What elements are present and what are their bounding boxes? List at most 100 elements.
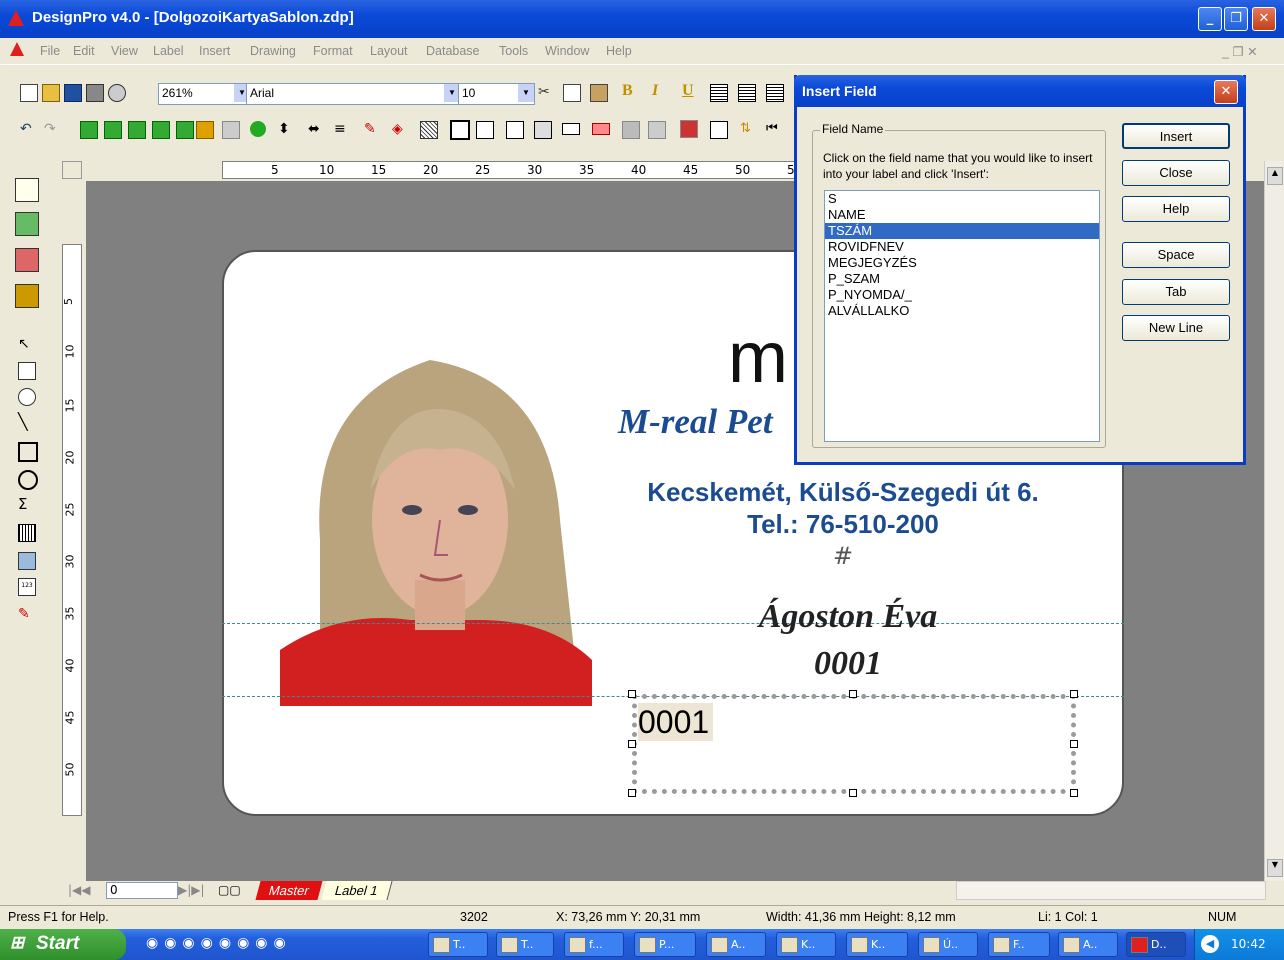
list-item-selected[interactable]: TSZÁM	[825, 223, 1099, 239]
lock-icon[interactable]	[196, 121, 214, 139]
vertical-scrollbar[interactable]: ▲ ▼	[1264, 161, 1284, 881]
first-record-icon[interactable]: ⏮	[766, 121, 782, 137]
underline-button[interactable]: U	[682, 82, 698, 99]
list-item[interactable]: S	[825, 191, 1099, 207]
menu-edit[interactable]: Edit	[73, 44, 95, 58]
menu-database[interactable]: Database	[426, 44, 480, 58]
field-value-text[interactable]: 0001	[638, 703, 714, 741]
page-number-input[interactable]: 0	[106, 882, 178, 899]
line-style-icon[interactable]: ≡	[334, 121, 350, 137]
undo-icon[interactable]: ↶	[20, 121, 36, 137]
layout-icon[interactable]	[15, 212, 39, 236]
forward-icon[interactable]	[128, 121, 146, 139]
menu-window[interactable]: Window	[545, 44, 589, 58]
home-icon[interactable]	[15, 178, 39, 202]
resize-handle[interactable]	[849, 789, 857, 797]
resize-handle[interactable]	[1070, 690, 1078, 698]
pen-color-icon[interactable]: ✎	[364, 121, 380, 137]
flip-horizontal-icon[interactable]: ⬌	[308, 121, 324, 137]
fill-color-icon[interactable]: ◈	[392, 121, 408, 137]
italic-button[interactable]: I	[652, 82, 668, 99]
resize-handle[interactable]	[628, 690, 636, 698]
taskbar-item[interactable]: K..	[846, 932, 908, 957]
arc-text-icon[interactable]	[18, 388, 36, 406]
font-size-select[interactable]: 10 ▼	[458, 83, 535, 105]
list-item[interactable]: ALVÁLLALKO	[825, 303, 1099, 319]
help-button[interactable]: Help	[1122, 196, 1230, 222]
tab-master[interactable]: Master	[255, 881, 323, 900]
print-preview-icon[interactable]	[108, 84, 126, 102]
rotate-icon[interactable]	[250, 121, 266, 137]
resize-handle[interactable]	[849, 690, 857, 698]
list-item[interactable]: P_SZAM	[825, 271, 1099, 287]
dialog-close-button[interactable]: ✕	[1214, 80, 1238, 104]
resize-handle[interactable]	[628, 740, 636, 748]
table-icon[interactable]	[710, 121, 728, 139]
first-page-icon[interactable]: |◀◀	[68, 883, 91, 897]
scroll-up-button[interactable]: ▲	[1267, 167, 1283, 185]
close-dialog-button[interactable]: Close	[1122, 160, 1230, 186]
tray-expand-icon[interactable]: ◀	[1201, 935, 1219, 953]
zoom-select[interactable]: 261% ▼	[158, 83, 251, 105]
pattern-icon[interactable]	[420, 121, 438, 139]
new-file-icon[interactable]	[20, 84, 38, 102]
print-icon[interactable]	[86, 84, 104, 102]
employee-number[interactable]: 0001	[618, 645, 1078, 683]
polygon-tool-icon[interactable]: Σ	[18, 496, 34, 512]
merge-icon[interactable]	[680, 120, 698, 138]
template-icon[interactable]	[15, 248, 39, 272]
menu-tools[interactable]: Tools	[499, 44, 528, 58]
menu-format[interactable]: Format	[313, 44, 353, 58]
grid-icon[interactable]	[534, 121, 552, 139]
menu-insert[interactable]: Insert	[199, 44, 230, 58]
new-line-button[interactable]: New Line	[1122, 315, 1230, 341]
menu-drawing[interactable]: Drawing	[250, 44, 296, 58]
quick-launch-icons[interactable]: ◉◉◉◉◉◉◉◉	[146, 935, 386, 955]
taskbar-item[interactable]: A..	[1058, 932, 1118, 957]
space-button[interactable]: Space	[1122, 242, 1230, 268]
printer-setup-icon[interactable]	[648, 121, 666, 139]
paste-icon[interactable]	[590, 84, 608, 102]
object-icon[interactable]	[592, 123, 610, 135]
taskbar-item[interactable]: T..	[428, 932, 488, 957]
employee-name[interactable]: Ágoston Éva	[618, 598, 1078, 636]
taskbar-item[interactable]: A..	[706, 932, 766, 957]
align-center-icon[interactable]	[738, 84, 756, 102]
insert-button[interactable]: Insert	[1122, 123, 1230, 149]
tab-label-1[interactable]: Label 1	[321, 881, 393, 900]
align-right-icon[interactable]	[766, 84, 784, 102]
serial-number-tool-icon[interactable]: 123	[18, 578, 36, 596]
next-page-icon[interactable]: ▶|▶|	[178, 883, 205, 897]
group-icon[interactable]	[176, 121, 194, 139]
database-icon[interactable]	[622, 121, 640, 139]
horizontal-scrollbar[interactable]	[956, 881, 1266, 900]
picture-tool-icon[interactable]	[18, 552, 36, 570]
rectangle-tool-icon[interactable]	[18, 442, 38, 462]
text-tool-icon[interactable]	[18, 362, 36, 380]
taskbar-item[interactable]: P...	[634, 932, 696, 957]
restore-button[interactable]: ❐	[1224, 7, 1248, 31]
send-back-icon[interactable]	[104, 121, 122, 139]
barcode-tool-icon[interactable]	[18, 524, 36, 542]
image-library-icon[interactable]	[15, 284, 39, 308]
start-button[interactable]: ⊞ Start	[0, 929, 126, 960]
document-icon[interactable]	[10, 42, 24, 56]
taskbar-item-active[interactable]: D..	[1126, 932, 1186, 957]
serial-icon[interactable]: ⇅	[740, 121, 756, 137]
field-list[interactable]: S NAME TSZÁM ROVIDFNEV MEGJEGYZÉS P_SZAM…	[824, 190, 1100, 442]
menu-file[interactable]: File	[40, 44, 60, 58]
bring-front-icon[interactable]	[80, 121, 98, 139]
bold-button[interactable]: B	[622, 82, 638, 99]
resize-handle[interactable]	[1070, 740, 1078, 748]
menu-layout[interactable]: Layout	[370, 44, 408, 58]
tab-button[interactable]: Tab	[1122, 279, 1230, 305]
align-middle-icon[interactable]	[476, 121, 494, 139]
copy-icon[interactable]	[563, 84, 581, 102]
magic-tool-icon[interactable]: ✎	[18, 606, 34, 622]
taskbar-item[interactable]: f...	[564, 932, 624, 957]
list-item[interactable]: MEGJEGYZÉS	[825, 255, 1099, 271]
cut-icon[interactable]: ✂	[538, 84, 554, 100]
list-item[interactable]: ROVIDFNEV	[825, 239, 1099, 255]
redo-icon[interactable]: ↷	[44, 121, 60, 137]
align-bottom-icon[interactable]	[506, 121, 524, 139]
